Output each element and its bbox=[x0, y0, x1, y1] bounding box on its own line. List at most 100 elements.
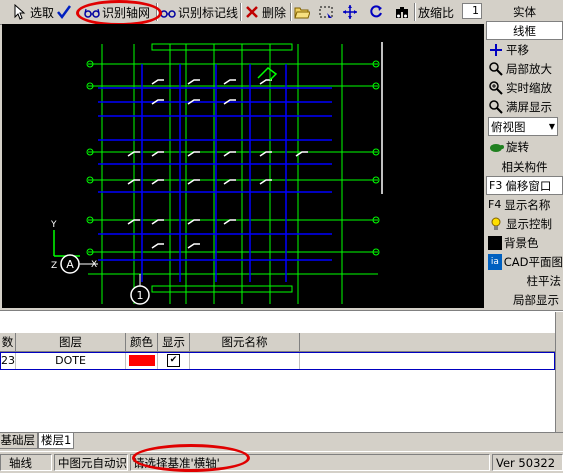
row-count: 23 bbox=[1, 353, 16, 369]
column-header-show: 显示 bbox=[158, 333, 190, 351]
status-axis: 轴线 bbox=[0, 454, 52, 471]
cad-icon: ia bbox=[488, 253, 502, 270]
main-toolbar: 选取 识别轴网 识别标记线 删除 放缩比 1 bbox=[0, 0, 484, 25]
zoom-realtime-label: 实时缩放 bbox=[506, 80, 552, 95]
color-swatch bbox=[128, 354, 155, 366]
floor-tab-bar: 基础层 楼层1 bbox=[0, 432, 563, 451]
row-show-cell[interactable]: ✔ bbox=[158, 353, 190, 369]
row-layer: DOTE bbox=[16, 353, 126, 369]
zoom-ratio-label: 放缩比 bbox=[418, 5, 455, 20]
column-method-button[interactable]: 柱平法 bbox=[486, 271, 563, 290]
select-button[interactable]: 选取 bbox=[12, 2, 54, 22]
pan-label: 平移 bbox=[506, 42, 529, 57]
move-arrows-icon bbox=[343, 5, 357, 19]
confirm-check-icon[interactable] bbox=[56, 2, 74, 22]
display-control-button[interactable]: 显示控制 bbox=[486, 214, 563, 233]
rotate-arrow-icon bbox=[370, 5, 382, 18]
show-name-button[interactable]: F4 显示名称 bbox=[486, 195, 563, 214]
related-components-header: 相关构件 bbox=[501, 159, 548, 174]
axis-bubble-a-label: A bbox=[66, 258, 74, 271]
ucs-x-label: X bbox=[91, 260, 97, 270]
ucs-icon bbox=[53, 230, 80, 257]
zoom-local-label: 局部放大 bbox=[506, 61, 552, 76]
binoculars-icon bbox=[396, 7, 408, 18]
f4-key-label: F4 bbox=[488, 198, 502, 211]
magnifier-icon bbox=[489, 99, 503, 114]
toolbar-divider bbox=[156, 3, 158, 21]
zoom-local-button[interactable]: 局部放大 bbox=[486, 59, 563, 78]
rotate-button[interactable] bbox=[368, 2, 386, 22]
ucs-y-label: Y bbox=[50, 220, 57, 230]
solid-button[interactable]: 实体 bbox=[486, 2, 563, 21]
status-auto-recognize: 中图元自动识 bbox=[54, 454, 128, 471]
cad-drawing: A 1 Y Z X bbox=[50, 42, 383, 305]
column-header-count: 数 bbox=[0, 333, 16, 351]
select-label: 选取 bbox=[30, 5, 55, 20]
identify-mark-line-button[interactable]: 识别标记线 bbox=[160, 2, 238, 22]
magnifier-icon bbox=[489, 80, 503, 95]
toolbar-divider bbox=[240, 3, 242, 21]
axis-lines-blue bbox=[98, 64, 332, 282]
zoom-fit-label: 满屏显示 bbox=[506, 99, 552, 114]
tab-floor-1[interactable]: 楼层1 bbox=[38, 433, 75, 449]
background-color-button[interactable]: 背景色 bbox=[486, 233, 563, 252]
zoom-realtime-button[interactable]: 实时缩放 bbox=[486, 78, 563, 97]
magnifier-icon bbox=[489, 61, 503, 76]
turtle-icon bbox=[490, 143, 504, 152]
status-bar: 轴线 中图元自动识 请选择基准'横轴' Ver 50322 bbox=[0, 451, 563, 473]
table-row[interactable]: 23 DOTE ✔ bbox=[0, 352, 555, 370]
pan-arrows-icon bbox=[490, 43, 502, 56]
local-display-button[interactable]: 局部显示 bbox=[486, 290, 563, 309]
column-header-layer: 图层 bbox=[16, 333, 126, 351]
cad-drawing-canvas[interactable]: A 1 Y Z X bbox=[2, 24, 484, 308]
lightbulb-icon bbox=[491, 217, 501, 230]
column-marks-white bbox=[127, 42, 383, 249]
row-color-cell[interactable] bbox=[126, 353, 158, 369]
cad-plan-label: CAD平面图 bbox=[503, 254, 563, 269]
f3-key-label: F3 bbox=[489, 179, 503, 192]
ucs-z-label: Z bbox=[51, 261, 57, 271]
vertical-scrollbar[interactable] bbox=[555, 312, 563, 432]
move-button[interactable] bbox=[342, 2, 360, 22]
cad-plan-button[interactable]: ia CAD平面图 bbox=[486, 252, 563, 271]
open-folder-icon bbox=[294, 7, 310, 19]
box-select-button[interactable] bbox=[318, 2, 336, 22]
offset-window-label: 偏移窗口 bbox=[505, 178, 552, 193]
binoculars-button[interactable] bbox=[394, 2, 412, 22]
view-select-value: 俯视图 bbox=[491, 119, 526, 134]
open-folder-button[interactable] bbox=[294, 2, 312, 22]
display-control-label: 显示控制 bbox=[506, 216, 552, 231]
column-header-name: 图元名称 bbox=[190, 333, 300, 351]
right-command-panel: 实体 线框 平移 局部放大 实时缩放 满屏显示 俯视图 ▼ 旋转 相关构件 F3… bbox=[486, 0, 563, 310]
identify-mark-line-label: 识别标记线 bbox=[178, 5, 239, 20]
cursor-arrow-icon bbox=[14, 4, 26, 20]
show-name-label: 显示名称 bbox=[504, 197, 551, 212]
axis-bubbles-left bbox=[86, 60, 380, 256]
identify-axis-button[interactable]: 识别轴网 bbox=[84, 2, 150, 22]
pan-button[interactable]: 平移 bbox=[486, 40, 563, 59]
background-color-label: 背景色 bbox=[504, 235, 539, 250]
black-swatch-icon bbox=[488, 235, 502, 250]
delete-label: 删除 bbox=[262, 5, 287, 20]
chevron-down-icon: ▼ bbox=[548, 122, 555, 131]
layer-table: 数 图层 颜色 显示 图元名称 23 DOTE ✔ bbox=[0, 310, 563, 433]
wireframe-button[interactable]: 线框 bbox=[486, 21, 563, 40]
rotate-view-label: 旋转 bbox=[506, 139, 529, 154]
glasses-icon bbox=[160, 10, 176, 18]
status-version: Ver 50322 bbox=[492, 454, 563, 471]
delete-button[interactable]: 删除 bbox=[244, 2, 286, 22]
view-select[interactable]: 俯视图 ▼ bbox=[488, 117, 558, 136]
zoom-ratio-input[interactable]: 1 bbox=[462, 3, 482, 19]
zoom-fit-button[interactable]: 满屏显示 bbox=[486, 97, 563, 116]
layer-table-header: 数 图层 颜色 显示 图元名称 bbox=[0, 333, 563, 352]
row-name bbox=[190, 353, 300, 369]
glasses-icon bbox=[84, 8, 100, 18]
offset-window-button[interactable]: F3 偏移窗口 bbox=[486, 176, 563, 195]
rotate-view-button[interactable]: 旋转 bbox=[486, 137, 563, 156]
tab-foundation[interactable]: 基础层 bbox=[0, 433, 38, 449]
status-prompt: 请选择基准'横轴' bbox=[130, 454, 490, 471]
grid-lines-green bbox=[88, 43, 378, 304]
column-header-color: 颜色 bbox=[126, 333, 158, 351]
show-checkbox[interactable]: ✔ bbox=[167, 353, 180, 367]
axis-bubble-1-label: 1 bbox=[137, 289, 144, 302]
